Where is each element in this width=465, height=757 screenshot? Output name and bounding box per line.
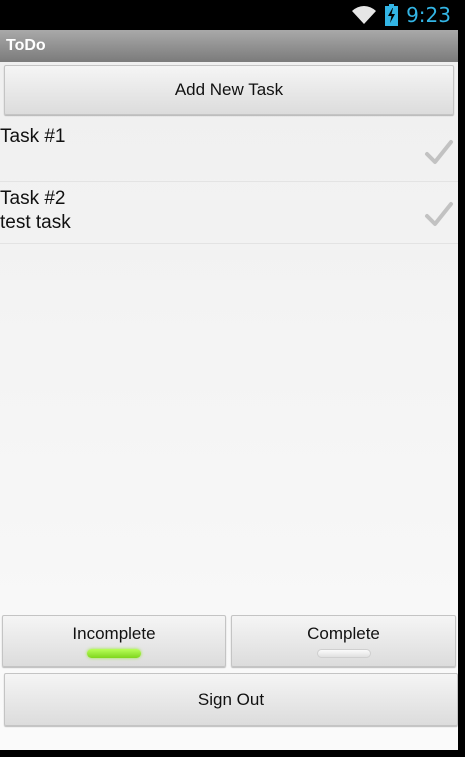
check-icon[interactable] <box>424 200 454 228</box>
task-list: Task #1 Task #2 test task <box>0 120 458 244</box>
complete-filter-button[interactable]: Complete <box>231 615 456 667</box>
inactive-indicator <box>316 649 371 658</box>
add-new-task-button[interactable]: Add New Task <box>4 65 454 115</box>
task-title: Task #1 <box>0 126 66 147</box>
app-window: ToDo Add New Task Task #1 Task #2 test t… <box>0 30 458 750</box>
task-row[interactable]: Task #2 test task <box>0 182 458 244</box>
incomplete-filter-label: Incomplete <box>72 624 156 643</box>
task-row[interactable]: Task #1 <box>0 120 458 182</box>
status-clock: 9:23 <box>406 3 451 27</box>
battery-charging-icon <box>385 4 399 26</box>
bottom-edge <box>0 750 465 757</box>
incomplete-filter-button[interactable]: Incomplete <box>2 615 226 667</box>
active-indicator <box>87 649 141 658</box>
complete-filter-label: Complete <box>307 624 380 643</box>
app-title: ToDo <box>0 30 458 62</box>
task-description: test task <box>0 212 71 233</box>
wifi-icon <box>352 6 377 24</box>
status-bar: 9:23 <box>0 0 465 30</box>
status-icons: 9:23 <box>351 3 451 27</box>
check-icon[interactable] <box>424 138 454 166</box>
sign-out-button[interactable]: Sign Out <box>4 673 458 726</box>
task-title: Task #2 <box>0 188 66 209</box>
